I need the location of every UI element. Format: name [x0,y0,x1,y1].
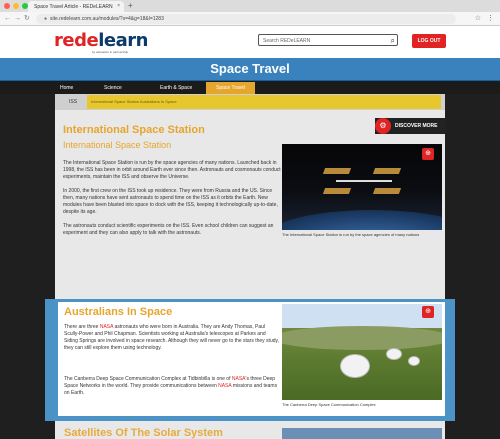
discover-more-button[interactable]: ⚙ DISCOVER MORE [375,118,446,134]
nasa-link[interactable]: NASA [218,383,231,389]
iss-paragraph-1: The International Space Station is run b… [63,160,281,180]
section-toolbar-label: ISS [69,99,78,105]
australians-heading: Australians In Space [64,306,173,318]
logo-subtext: by education in partnership [92,50,129,54]
search-placeholder: Search REDeLEARN [263,38,311,44]
antenna-dish-shape [408,356,420,366]
iss-image[interactable] [282,144,442,230]
browser-tab[interactable]: Space Travel Article - REDeLEARN × [28,1,124,12]
nasa-link[interactable]: NASA [100,324,113,330]
search-icon[interactable]: ⌕ [391,36,395,45]
redelearn-logo[interactable]: redelearn [54,32,148,50]
iss-section: International Space Station Internationa… [63,124,283,244]
browser-menu-icon[interactable]: ⋮ [487,14,494,22]
browser-actions: ☆ ⋮ [475,14,494,22]
earth-shape [282,210,442,230]
breadcrumb-home[interactable]: Home [50,82,73,94]
url-field[interactable]: ● site.redelearn.com.au/modules/?s=4&g=18… [36,14,456,24]
iss-paragraph-3: The astronauts conduct scientific experi… [63,223,274,236]
iss-station-shape [322,164,402,198]
section-toolbar: ISS International Space Station Australi… [55,94,445,110]
url-text: site.redelearn.com.au/modules/?s=4&g=18&… [50,16,164,22]
page-banner: Space Travel [0,58,500,80]
window-controls [4,3,28,9]
antenna-dish-shape [340,354,370,378]
breadcrumb: Home Science Earth & Space Space Travel [0,80,500,94]
gear-icon: ⚙ [375,118,391,134]
deep-space-image-caption: The Canberra Deep Space Communication Co… [282,402,376,407]
search-input[interactable]: Search REDeLEARN ⌕ [258,34,398,46]
next-section-heading: Satellites Of The Solar System [64,427,223,439]
new-tab-icon[interactable]: + [128,2,133,10]
address-bar: ← → ↻ ● site.redelearn.com.au/modules/?s=… [0,12,500,26]
forward-icon[interactable]: → [14,14,21,23]
tab-close-icon[interactable]: × [117,3,120,9]
site-header: redelearn by education in partnership Se… [0,26,500,58]
hill-shape [282,326,442,350]
antenna-dish-shape [386,348,402,360]
australians-paragraph-1: There are three NASA astronauts who were… [64,324,280,351]
iss-paragraph-2: In 2000, the first crew on the ISS took … [63,188,278,215]
breadcrumb-earth-space[interactable]: Earth & Space [150,82,192,94]
zoom-image-icon[interactable]: ⊕ [422,306,434,318]
section-nav-strip[interactable]: International Space Station Australians … [87,95,441,109]
zoom-image-icon[interactable]: ⊕ [422,148,434,160]
minimize-window-icon[interactable] [13,3,19,9]
iss-image-caption: The International Space Station is run b… [282,232,420,237]
next-section-image[interactable] [282,428,442,439]
lock-icon: ● [44,16,48,22]
back-icon[interactable]: ← [4,14,11,23]
page-title: Space Travel [210,61,290,76]
australians-paragraph-2: The Canberra Deep Space Communication Co… [64,376,278,396]
tab-title: Space Travel Article - REDeLEARN [34,4,113,10]
iss-subheading: International Space Station [63,140,172,150]
browser-tabbar: Space Travel Article - REDeLEARN × + [0,0,500,12]
breadcrumb-science[interactable]: Science [94,82,122,94]
discover-more-label: DISCOVER MORE [395,123,438,129]
breadcrumb-space-travel[interactable]: Space Travel [206,82,256,94]
iss-heading: International Space Station [63,124,205,136]
deep-space-complex-image[interactable] [282,304,442,400]
logout-button[interactable]: LOG OUT [412,34,446,48]
reload-icon[interactable]: ↻ [24,14,30,23]
nasa-link[interactable]: NASA [232,376,246,382]
bookmark-star-icon[interactable]: ☆ [475,14,481,22]
close-window-icon[interactable] [4,3,10,9]
